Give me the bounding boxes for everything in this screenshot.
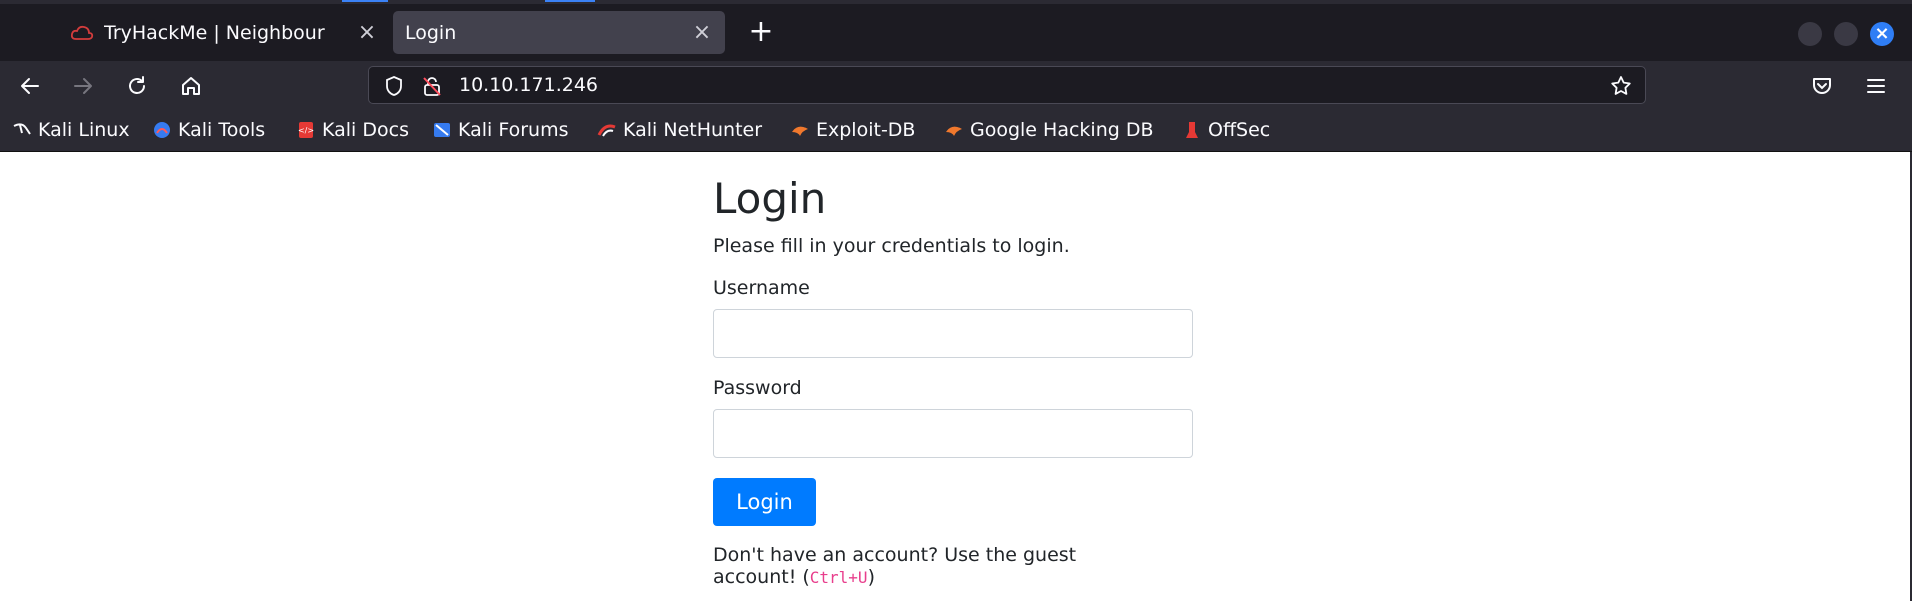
tab-bar: TryHackMe | Neighbour × Login × + × <box>0 0 1912 61</box>
home-icon[interactable] <box>176 71 206 101</box>
kali-dragon-icon <box>12 120 32 140</box>
bookmark-kali-forums[interactable]: Kali Forums <box>432 119 569 141</box>
bookmark-kali-nethunter[interactable]: Kali NetHunter <box>597 119 762 141</box>
login-button[interactable]: Login <box>713 478 816 526</box>
password-input[interactable] <box>713 409 1193 458</box>
bookmark-kali-linux[interactable]: Kali Linux <box>12 119 130 141</box>
google-hacking-db-icon <box>944 120 964 140</box>
bookmark-label: Kali NetHunter <box>623 119 763 141</box>
page-viewport: Login Please fill in your credentials to… <box>0 152 1912 601</box>
maximize-window-button[interactable] <box>1834 22 1858 46</box>
username-label: Username <box>713 277 810 299</box>
bookmark-star-icon[interactable] <box>1609 74 1633 102</box>
bookmark-label: Kali Forums <box>458 119 569 141</box>
bookmark-google-hacking-db[interactable]: Google Hacking DB <box>944 119 1154 141</box>
tab-title: TryHackMe | Neighbour <box>104 21 325 44</box>
tab-login[interactable]: Login × <box>393 11 725 54</box>
kali-nethunter-icon <box>597 120 617 140</box>
bookmark-label: Google Hacking DB <box>970 119 1154 141</box>
guest-text-close: ) <box>867 566 875 588</box>
back-arrow-icon[interactable] <box>15 71 45 101</box>
new-tab-button[interactable]: + <box>743 14 779 50</box>
kali-forums-icon <box>432 120 452 140</box>
pocket-icon[interactable] <box>1807 71 1837 101</box>
tracking-protection-shield-icon[interactable] <box>383 75 405 101</box>
minimize-window-button[interactable] <box>1798 22 1822 46</box>
page-subtitle: Please fill in your credentials to login… <box>713 235 1070 257</box>
exploit-db-icon <box>790 120 810 140</box>
guest-text: Don't have an account? Use the guest acc… <box>713 544 1077 588</box>
tab-tryhackme[interactable]: TryHackMe | Neighbour × <box>58 11 390 54</box>
taskbar-strip <box>0 0 1912 4</box>
page-title: Login <box>713 174 827 223</box>
svg-text:</>: </> <box>298 126 314 135</box>
guest-account-note: Don't have an account? Use the guest acc… <box>713 544 1133 589</box>
bookmark-offsec[interactable]: OffSec <box>1182 119 1270 141</box>
bookmark-kali-docs[interactable]: </> Kali Docs <box>296 119 409 141</box>
url-text[interactable]: 10.10.171.246 <box>459 74 598 96</box>
tab-title: Login <box>405 21 457 44</box>
close-window-button[interactable]: × <box>1870 22 1894 46</box>
bookmark-label: Kali Linux <box>38 119 130 141</box>
hamburger-menu-icon[interactable] <box>1861 71 1891 101</box>
tab-close-icon[interactable]: × <box>356 20 378 45</box>
bookmark-exploit-db[interactable]: Exploit-DB <box>790 119 915 141</box>
bookmark-label: OffSec <box>1208 119 1271 141</box>
kali-docs-icon: </> <box>296 120 316 140</box>
tab-close-icon[interactable]: × <box>691 20 713 45</box>
guest-shortcut: Ctrl+U <box>809 568 868 587</box>
insecure-lock-icon[interactable] <box>421 75 443 101</box>
offsec-icon <box>1182 120 1202 140</box>
bookmark-label: Kali Tools <box>178 119 266 141</box>
bookmarks-toolbar: Kali Linux Kali Tools </> Kali Docs Kali… <box>0 111 1912 152</box>
username-input[interactable] <box>713 309 1193 358</box>
bookmark-kali-tools[interactable]: Kali Tools <box>152 119 265 141</box>
address-bar[interactable]: 10.10.171.246 <box>368 66 1646 104</box>
bookmark-label: Exploit-DB <box>816 119 916 141</box>
bookmark-label: Kali Docs <box>322 119 409 141</box>
forward-arrow-icon[interactable] <box>68 71 98 101</box>
navigation-toolbar: 10.10.171.246 <box>0 61 1912 111</box>
password-label: Password <box>713 377 802 399</box>
tryhackme-cloud-icon <box>70 22 94 44</box>
reload-icon[interactable] <box>122 71 152 101</box>
kali-tools-icon <box>152 120 172 140</box>
